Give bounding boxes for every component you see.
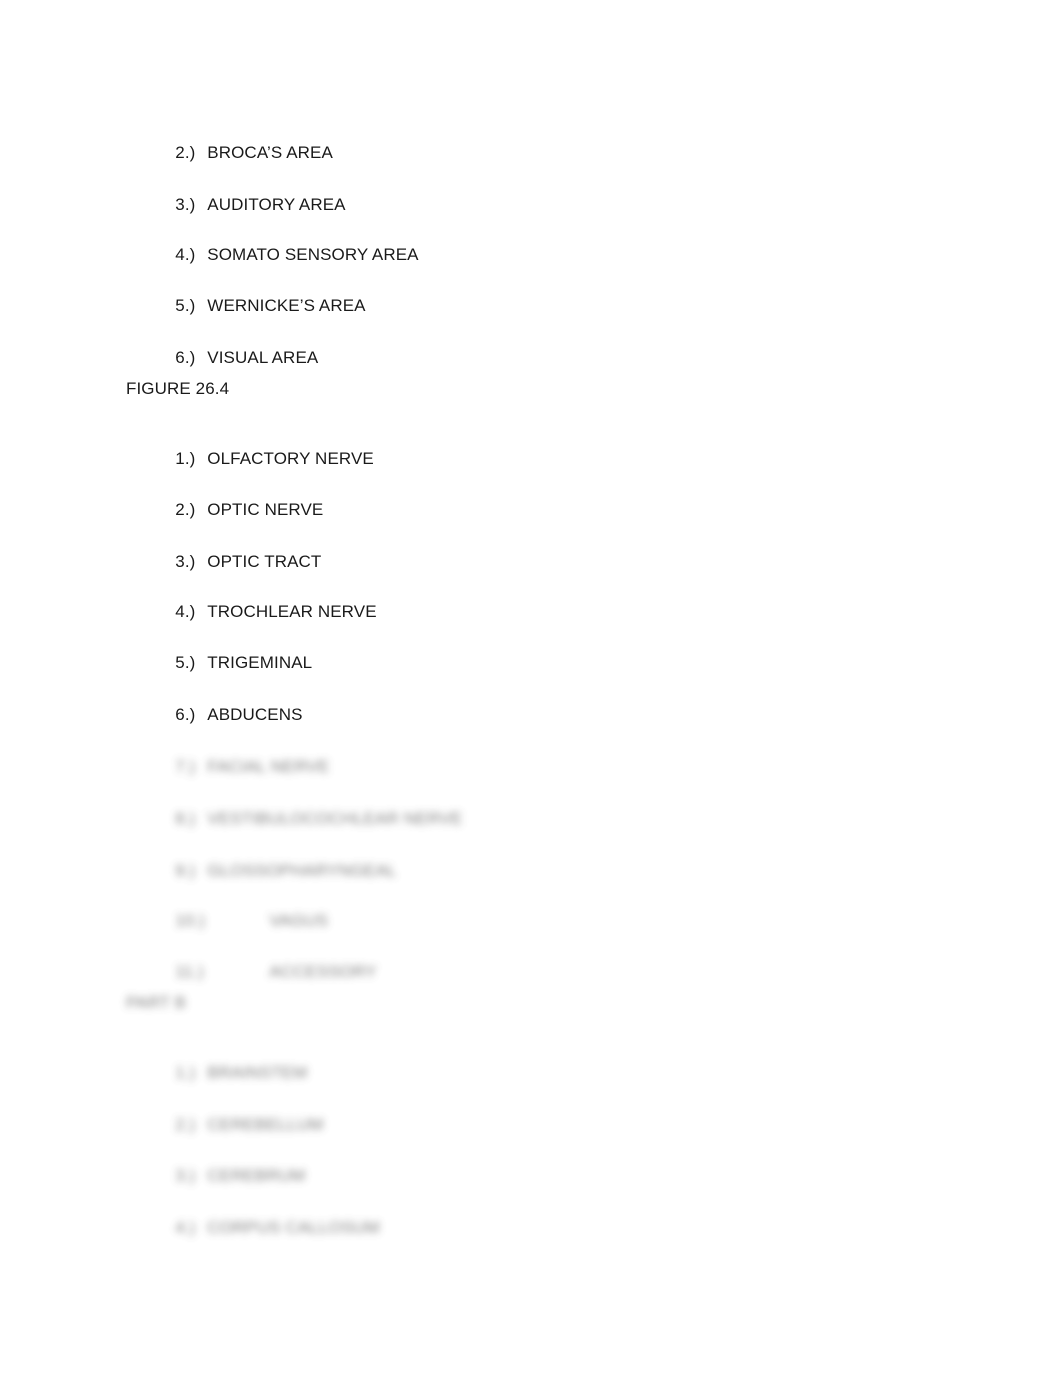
item-label: WERNICKE’S AREA — [207, 296, 366, 315]
list-item: 5.) WERNICKE’S AREA — [156, 276, 366, 336]
item-number: 4.) — [175, 1218, 196, 1237]
blurred-list-item: 3.) CEREBRUM — [156, 1146, 305, 1206]
item-number: 5.) — [175, 653, 196, 672]
item-number: 9.) — [175, 861, 196, 880]
item-number: 6.) — [175, 348, 196, 367]
blurred-list-item: 4.) CORPUS CALLOSUM — [156, 1198, 380, 1258]
item-label: GLOSSOPHARYNGEAL — [207, 861, 397, 880]
item-number: 10.) — [175, 911, 205, 930]
item-label: VISUAL AREA — [207, 348, 319, 367]
blurred-list-item: 1.) BRAINSTEM — [156, 1043, 307, 1103]
item-label: AUDITORY AREA — [207, 195, 346, 214]
item-label: TROCHLEAR NERVE — [207, 602, 377, 621]
item-number: 3.) — [175, 195, 196, 214]
item-number: 3.) — [175, 1166, 196, 1185]
blurred-heading: PART B — [126, 993, 187, 1012]
item-label: CORPUS CALLOSUM — [207, 1218, 380, 1237]
item-number: 8.) — [175, 809, 196, 828]
item-label: CEREBELLUM — [207, 1115, 324, 1134]
item-number: 7.) — [175, 757, 196, 776]
item-label: CEREBRUM — [207, 1166, 306, 1185]
list-item: 2.) OPTIC NERVE — [156, 480, 323, 540]
item-label: FACIAL NERVE — [207, 757, 330, 776]
item-number: 4.) — [175, 245, 196, 264]
list-item: 6.) ABDUCENS — [156, 685, 303, 745]
item-number: 1.) — [175, 449, 196, 468]
item-label: VESTIBULOCOCHLEAR NERVE — [207, 809, 463, 828]
list-item: 5.) TRIGEMINAL — [156, 633, 312, 693]
item-label: SOMATO SENSORY AREA — [207, 245, 419, 264]
item-label: TRIGEMINAL — [207, 653, 313, 672]
item-number: 4.) — [175, 602, 196, 621]
item-label: OLFACTORY NERVE — [207, 449, 374, 468]
list-item: 2.) BROCA’S AREA — [156, 123, 333, 183]
item-label: OPTIC NERVE — [207, 500, 324, 519]
item-label: BROCA’S AREA — [207, 143, 333, 162]
blurred-list-item: 11.) ACCESSORY — [156, 942, 377, 1002]
item-number: 2.) — [175, 143, 196, 162]
item-label: BRAINSTEM — [207, 1063, 308, 1082]
item-number: 3.) — [175, 552, 196, 571]
item-label: ABDUCENS — [207, 705, 303, 724]
item-label: OPTIC TRACT — [207, 552, 322, 571]
figure-heading: FIGURE 26.4 — [126, 379, 230, 398]
item-number: 5.) — [175, 296, 196, 315]
blurred-list-item: 7.) FACIAL NERVE — [156, 737, 329, 797]
item-number: 2.) — [175, 1115, 196, 1134]
document-page: 2.) BROCA’S AREA 3.) AUDITORY AREA 4.) SOMA… — [0, 0, 1062, 1376]
item-label: VAGUS — [269, 911, 329, 930]
blurred-list-item: 8.) VESTIBULOCOCHLEAR NERVE — [156, 789, 462, 849]
item-number: 2.) — [175, 500, 196, 519]
item-number: 1.) — [175, 1063, 196, 1082]
item-number: 11.) — [175, 962, 204, 981]
item-number: 6.) — [175, 705, 196, 724]
item-label: ACCESSORY — [269, 962, 377, 981]
